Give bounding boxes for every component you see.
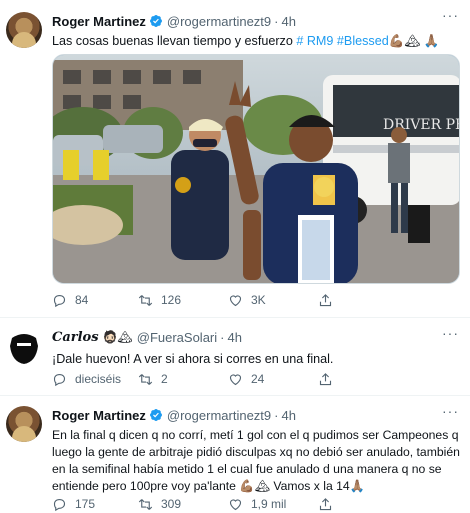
tweet-line: En la final q dicen q no corrí, metí 1 g… [52,428,459,442]
author-handle[interactable]: @FueraSolari [137,330,217,345]
name-emojis: 🧔🏻🏔 [102,330,133,344]
separator-dot: · [220,329,225,345]
tweet-1[interactable]: ··· Roger Martinez @rogermartinezt9 · 4h… [0,0,470,318]
like-button[interactable]: 3K [228,293,318,308]
like-count: 3K [251,293,266,307]
author-name[interactable]: Carlos [52,330,99,345]
retweet-icon [138,294,153,306]
like-button[interactable]: 1,9 mil [228,497,318,512]
tweet-line: luego la gente de arbitraje pidió discul… [52,445,460,459]
tweet-header: Roger Martinez @rogermartinezt9 · 4h [52,12,460,30]
retweet-count: 309 [161,497,182,511]
author-name[interactable]: Roger Martinez [52,408,146,423]
tweet-3[interactable]: ··· Roger Martinez @rogermartinezt9 · 4h… [0,396,470,513]
reply-icon [53,373,66,386]
reply-icon [53,294,66,307]
retweet-button[interactable]: 309 [138,497,228,512]
tweet-text: En la final q dicen q no corrí, metí 1 g… [52,427,460,495]
share-button[interactable] [318,293,348,308]
beard-avatar-icon [10,334,38,364]
verified-badge-icon [149,409,162,421]
like-count: 24 [251,372,265,386]
avatar[interactable] [6,12,42,48]
tweet-photo[interactable]: DRIVER PR [52,54,460,284]
tweet-line: entiende pero 100pre voy pa'lante 💪🏽🏔 Va… [52,479,365,493]
share-button[interactable] [318,372,348,387]
reply-icon [53,498,66,511]
tweet-line: en la semifinal había metido 1 el cual f… [52,462,442,476]
tweet-header: Roger Martinez @rogermartinezt9 · 4h [52,406,460,424]
timestamp[interactable]: 4h [282,408,296,423]
reply-count: 84 [75,293,89,307]
author-handle[interactable]: @rogermartinezt9 [167,408,271,423]
reply-button[interactable]: 84 [52,293,138,308]
hashtags[interactable]: # RM9 #Blessed [296,34,388,48]
retweet-count: 2 [161,372,168,386]
emojis: 💪🏽🏔 🙏🏽 [388,34,440,48]
author-name[interactable]: Roger Martinez [52,14,146,29]
photo-image: DRIVER PR [53,55,459,283]
reply-button[interactable]: dieciséis [52,372,138,387]
tweet-text: Las cosas buenas llevan tiempo y esfuerz… [52,33,460,50]
timestamp[interactable]: 4h [228,330,242,345]
reply-button[interactable]: 175 [52,497,138,512]
like-button[interactable]: 24 [228,372,318,387]
tweet-header: Carlos 🧔🏻🏔 @FueraSolari · 4h [52,328,460,346]
share-icon [319,497,332,510]
verified-badge-icon [149,15,162,27]
tweet-2[interactable]: ··· Carlos 🧔🏻🏔 @FueraSolari · 4h ¡Dale h… [0,318,470,396]
share-icon [319,372,332,385]
share-button[interactable] [318,497,348,512]
author-handle[interactable]: @rogermartinezt9 [167,14,271,29]
retweet-icon [138,498,153,510]
heart-icon [229,498,242,510]
retweet-button[interactable]: 2 [138,372,228,387]
timestamp[interactable]: 4h [282,14,296,29]
reply-count: dieciséis [75,372,122,386]
heart-icon [229,294,242,306]
separator-dot: · [274,407,279,423]
heart-icon [229,373,242,385]
tweet-text: ¡Dale huevon! A ver si ahora si corres e… [52,352,334,366]
retweet-icon [138,373,153,385]
share-icon [319,293,332,306]
separator-dot: · [274,13,279,29]
avatar[interactable] [6,406,42,442]
avatar[interactable] [6,328,42,364]
reply-count: 175 [75,497,96,511]
retweet-button[interactable]: 126 [138,293,228,308]
like-count: 1,9 mil [251,497,287,511]
retweet-count: 126 [161,293,182,307]
tweet-body: Las cosas buenas llevan tiempo y esfuerz… [52,34,293,48]
